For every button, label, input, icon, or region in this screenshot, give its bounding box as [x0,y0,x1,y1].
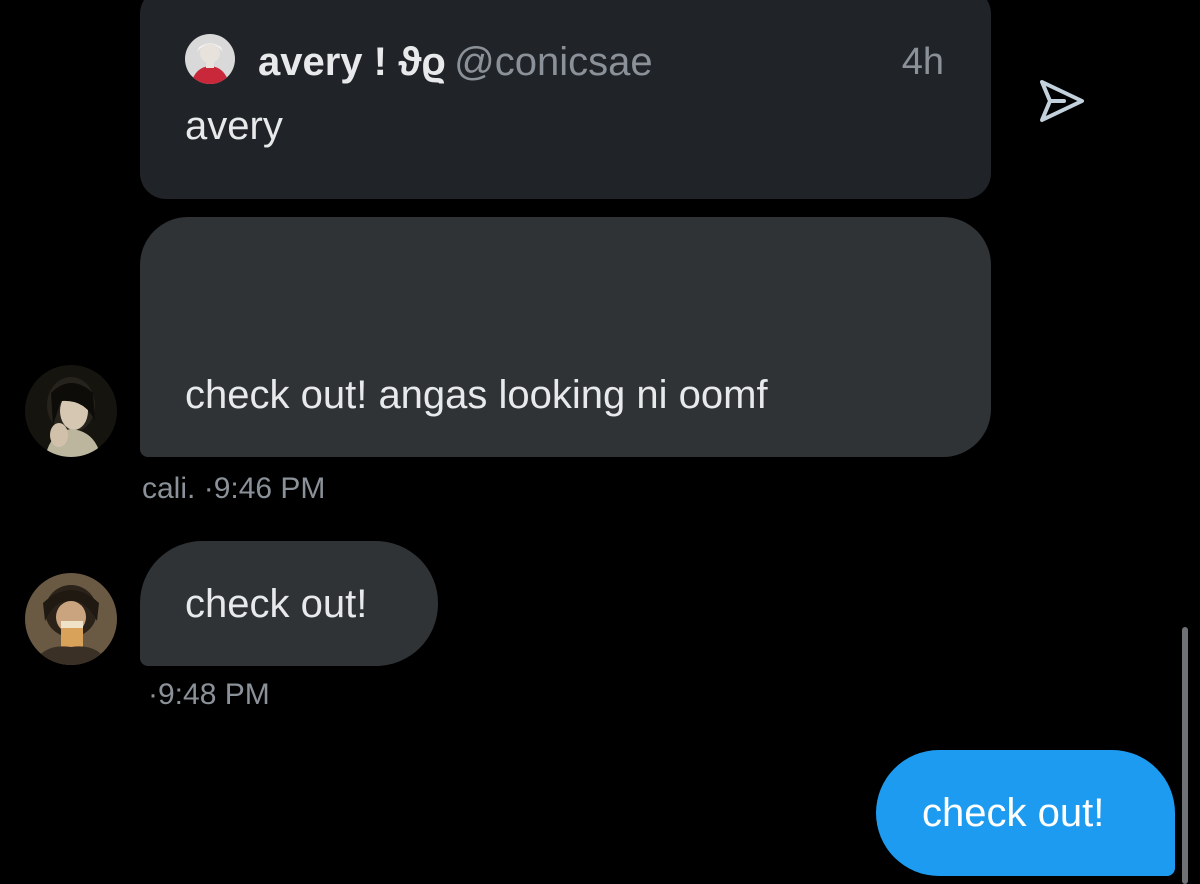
message-meta: cali. ·9:46 PM [142,471,325,507]
user-avatar-icon [25,573,117,665]
message-bubble[interactable]: check out! [140,541,438,666]
user-avatar-icon [185,34,235,84]
message-timestamp: ·9:48 PM [148,678,270,711]
quoted-post-time: 4h [901,41,944,83]
quoted-post-text: avery [185,104,283,148]
message-text: check out! [922,791,1105,835]
quoted-post-avatar[interactable] [185,34,235,84]
message-timestamp: ·9:46 PM [203,472,326,505]
send-icon[interactable] [1036,76,1088,126]
quoted-post-header: avery ! ϑϱ @conicsae [258,38,653,86]
sender-avatar[interactable] [25,573,117,665]
quoted-post-card[interactable]: avery ! ϑϱ @conicsae 4h avery [140,0,991,199]
message-text: check out! [185,582,368,626]
quoted-post-handle[interactable]: @conicsae [454,40,652,84]
message-meta: ·9:48 PM [148,677,270,713]
outgoing-message-bubble[interactable]: check out! [876,750,1175,876]
message-sender: cali. [142,472,196,505]
message-bubble[interactable]: check out! angas looking ni oomf [140,217,991,457]
sender-avatar[interactable] [25,365,117,457]
quoted-post-display-name[interactable]: avery ! ϑϱ [258,40,446,84]
message-text: check out! angas looking ni oomf [185,373,768,417]
user-avatar-icon [25,365,117,457]
scrollbar[interactable] [1182,627,1188,884]
